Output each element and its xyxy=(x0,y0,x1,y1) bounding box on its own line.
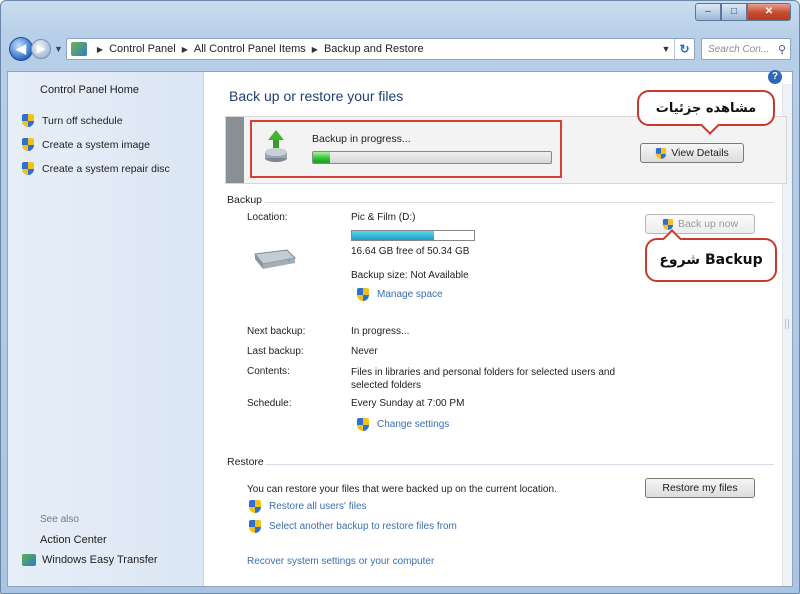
next-backup-key: Next backup: xyxy=(247,326,306,337)
backup-size-text: Backup size: Not Available xyxy=(351,270,469,281)
restore-section-heading: Restore xyxy=(227,456,264,468)
select-another-backup-link[interactable]: Select another backup to restore files f… xyxy=(249,520,457,533)
refresh-icon[interactable]: ↻ xyxy=(674,39,694,59)
contents-key: Contents: xyxy=(247,366,290,377)
restore-all-users-label: Restore all users' files xyxy=(269,501,367,512)
drive-icon xyxy=(254,249,297,269)
sidebar-item-label: Turn off schedule xyxy=(42,114,123,127)
shield-icon xyxy=(22,138,34,151)
backup-progress-bar xyxy=(312,151,552,164)
restore-description: You can restore your files that were bac… xyxy=(247,484,557,495)
backup-section-heading: Backup xyxy=(227,194,263,206)
manage-space-label: Manage space xyxy=(377,289,443,300)
shield-icon xyxy=(357,418,369,431)
recover-system-label: Recover system settings or your computer xyxy=(247,556,435,567)
address-bar[interactable]: ▶ Control Panel ▶ All Control Panel Item… xyxy=(65,38,695,60)
shield-icon xyxy=(249,500,261,513)
back-up-now-button[interactable]: Back up now xyxy=(645,214,755,234)
back-button[interactable]: ◀ xyxy=(9,37,33,61)
location-value: Pic & Film (D:) xyxy=(351,212,416,223)
minimize-button[interactable]: – xyxy=(695,3,721,21)
content-area: Control Panel Home Turn off schedule Cre… xyxy=(7,70,793,587)
shield-icon xyxy=(22,114,34,127)
back-up-now-label: Back up now xyxy=(677,218,739,230)
easy-transfer-link[interactable]: Windows Easy Transfer xyxy=(22,554,158,566)
status-strip xyxy=(226,117,244,183)
select-another-backup-label: Select another backup to restore files f… xyxy=(269,521,457,532)
disk-usage-bar xyxy=(351,230,475,241)
restore-section-divider xyxy=(265,464,774,465)
change-settings-link[interactable]: Change settings xyxy=(357,418,449,431)
search-icon[interactable]: ⚲ xyxy=(778,43,786,56)
free-space-text: 16.64 GB free of 50.34 GB xyxy=(351,246,470,257)
forward-button[interactable]: ▶ xyxy=(31,39,51,59)
sidebar: Control Panel Home Turn off schedule Cre… xyxy=(8,72,204,586)
recent-pages-dropdown-icon[interactable]: ▼ xyxy=(54,44,63,54)
manage-space-link[interactable]: Manage space xyxy=(357,288,443,301)
search-placeholder: Search Con... xyxy=(708,43,770,55)
disk-usage-fill xyxy=(352,231,434,240)
view-details-button[interactable]: View Details xyxy=(640,143,744,163)
schedule-value: Every Sunday at 7:00 PM xyxy=(351,398,465,409)
control-panel-icon xyxy=(70,42,87,56)
close-button[interactable]: ✕ xyxy=(747,3,791,21)
chevron-right-icon[interactable]: ▶ xyxy=(312,45,318,54)
recover-system-link[interactable]: Recover system settings or your computer xyxy=(247,556,434,567)
chevron-right-icon[interactable]: ▶ xyxy=(97,45,103,54)
chevron-right-icon[interactable]: ▶ xyxy=(182,45,188,54)
contents-value: Files in libraries and personal folders … xyxy=(351,367,616,391)
next-backup-value: In progress... xyxy=(351,326,410,337)
sidebar-item-label: Create a system repair disc xyxy=(42,162,170,175)
breadcrumb-control-panel[interactable]: Control Panel xyxy=(109,43,176,55)
view-details-callout: مشاهده جزئیات xyxy=(637,90,775,126)
action-center-link[interactable]: Action Center xyxy=(40,534,107,546)
sidebar-item-turn-off-schedule[interactable]: Turn off schedule xyxy=(22,114,123,127)
maximize-button[interactable]: □ xyxy=(721,3,747,21)
address-controls: ▼ ↻ xyxy=(658,39,694,59)
shield-icon xyxy=(357,288,369,301)
restore-my-files-button[interactable]: Restore my files xyxy=(645,478,755,498)
progress-highlight-box xyxy=(250,120,562,178)
main-panel: ? Back up or restore your files Backup i… xyxy=(205,70,792,586)
scrollbar-grip[interactable] xyxy=(785,319,789,329)
backup-section-divider xyxy=(265,202,774,203)
sidebar-home-link[interactable]: Control Panel Home xyxy=(40,84,139,96)
navigation-bar: ◀ ▶ ▼ ▶ Control Panel ▶ All Control Pane… xyxy=(9,35,791,63)
backup-progress-icon xyxy=(265,130,287,162)
easy-transfer-label: Windows Easy Transfer xyxy=(42,554,158,566)
caption-buttons: – □ ✕ xyxy=(695,3,791,21)
location-key: Location: xyxy=(247,212,288,223)
sidebar-item-create-repair-disc[interactable]: Create a system repair disc xyxy=(22,162,170,175)
restore-all-users-link[interactable]: Restore all users' files xyxy=(249,500,367,513)
sidebar-item-label: Create a system image xyxy=(42,138,150,151)
schedule-key: Schedule: xyxy=(247,398,292,409)
easy-transfer-icon xyxy=(22,554,36,566)
search-input[interactable]: Search Con... ⚲ xyxy=(701,38,791,60)
last-backup-value: Never xyxy=(351,346,378,357)
backup-progress-fill xyxy=(313,152,330,163)
breadcrumb-all-items[interactable]: All Control Panel Items xyxy=(194,43,306,55)
window: – □ ✕ ◀ ▶ ▼ ▶ Control Panel ▶ All Contro… xyxy=(0,0,800,594)
address-dropdown-icon[interactable]: ▼ xyxy=(658,44,674,54)
page-title: Back up or restore your files xyxy=(229,88,404,104)
see-also-heading: See also xyxy=(40,514,79,525)
help-icon[interactable]: ? xyxy=(768,70,782,84)
shield-icon xyxy=(656,147,667,159)
shield-icon xyxy=(22,162,34,175)
restore-my-files-label: Restore my files xyxy=(662,482,738,494)
last-backup-key: Last backup: xyxy=(247,346,304,357)
breadcrumb-backup-restore[interactable]: Backup and Restore xyxy=(324,43,424,55)
sidebar-item-create-system-image[interactable]: Create a system image xyxy=(22,138,150,151)
progress-label: Backup in progress... xyxy=(312,133,411,145)
shield-icon xyxy=(249,520,261,533)
view-details-label: View Details xyxy=(671,147,729,159)
change-settings-label: Change settings xyxy=(377,419,450,430)
start-backup-callout: شروع Backup xyxy=(645,238,777,282)
